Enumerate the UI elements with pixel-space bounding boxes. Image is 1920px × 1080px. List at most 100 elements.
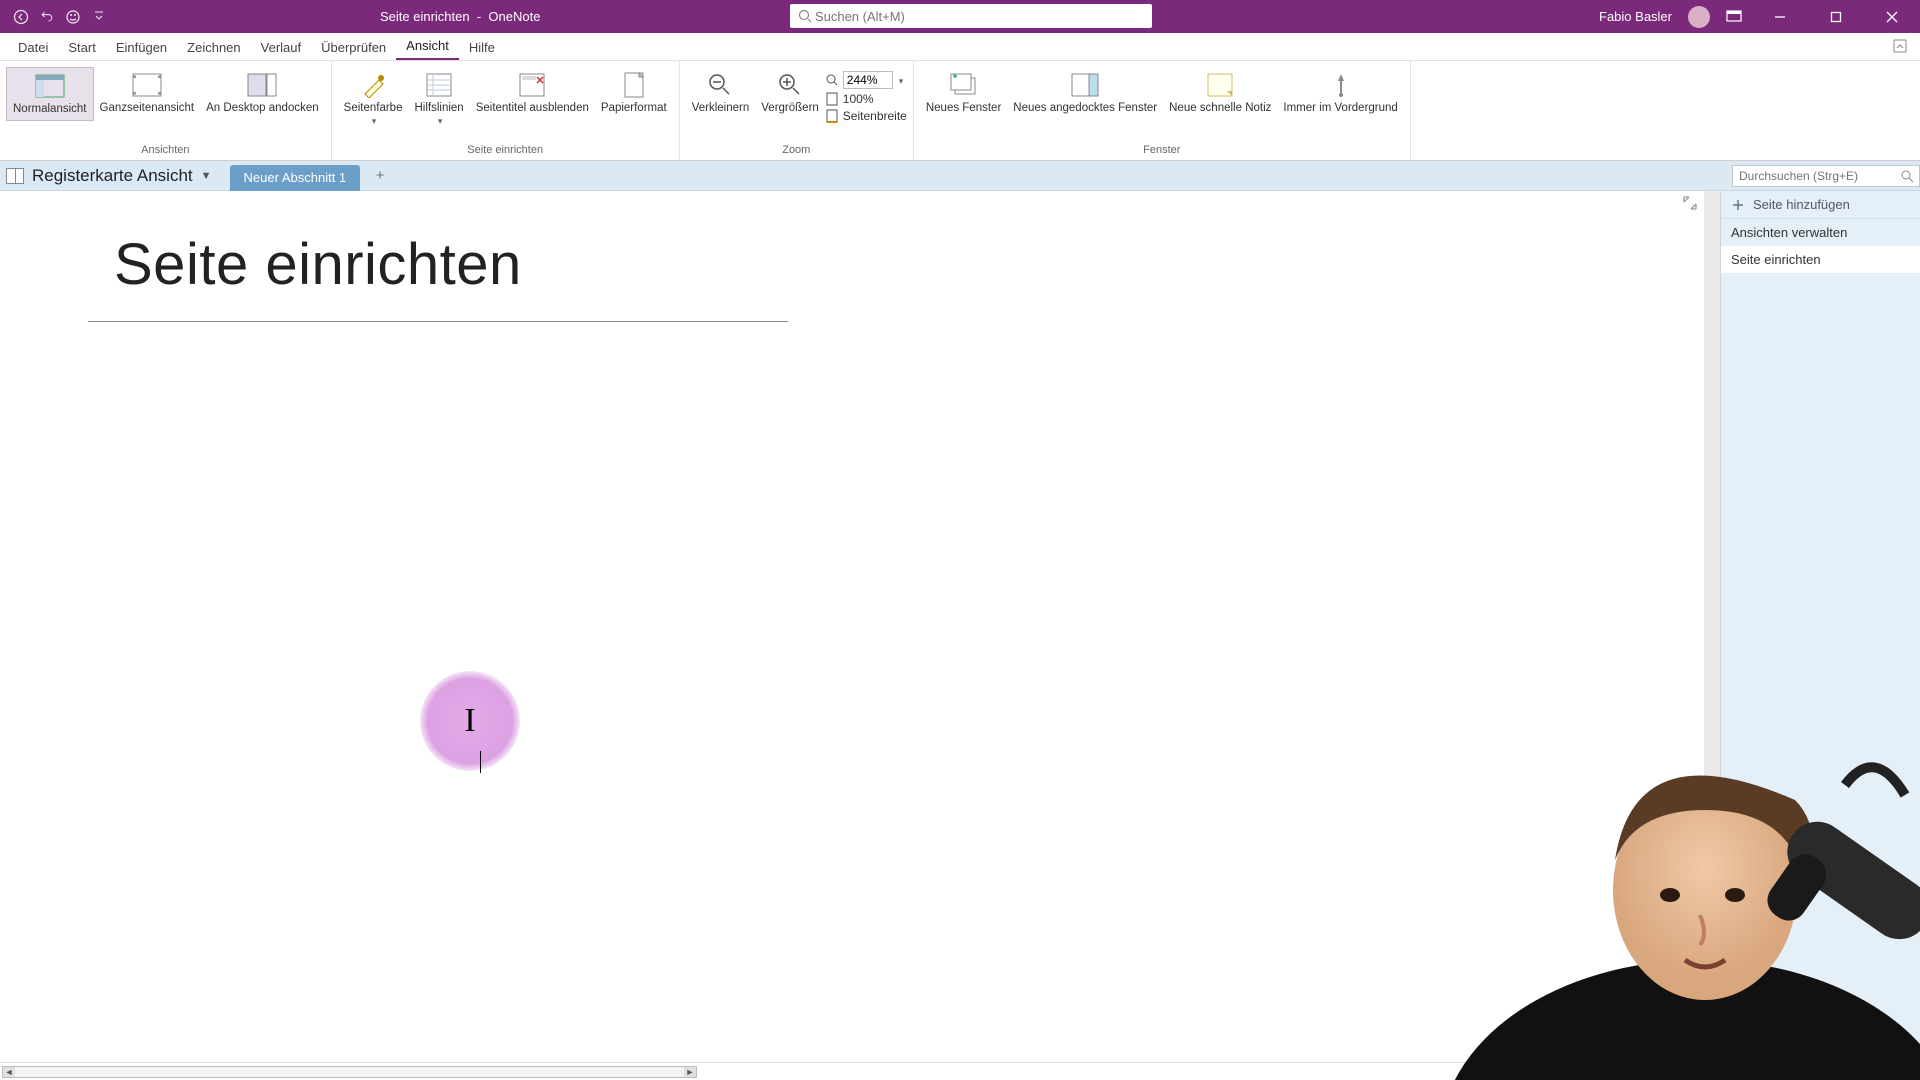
notebook-name[interactable]: Registerkarte Ansicht — [32, 166, 193, 186]
collapse-ribbon-icon[interactable] — [1892, 38, 1910, 56]
label: Neues Fenster — [926, 102, 1001, 115]
minimize-button[interactable] — [1758, 0, 1802, 33]
an-desktop-andocken-button[interactable]: An Desktop andocken — [200, 67, 325, 119]
zoom-pagewidth-button[interactable]: Seitenbreite — [825, 109, 907, 123]
label: Seitenbreite — [843, 109, 907, 123]
tab-start[interactable]: Start — [58, 36, 105, 60]
group-fenster: Neues Fenster Neues angedocktes Fenster … — [914, 61, 1411, 160]
page-color-icon — [357, 71, 389, 99]
user-avatar[interactable] — [1688, 6, 1710, 28]
new-window-icon — [948, 71, 980, 99]
hide-title-icon — [516, 71, 548, 99]
undo-icon[interactable] — [38, 8, 56, 26]
horizontal-scrollbar[interactable]: ◄ ► — [2, 1066, 697, 1078]
titlebar-right: Fabio Basler — [1599, 0, 1920, 33]
seitenfarbe-button[interactable]: Seitenfarbe — [338, 67, 409, 132]
cursor-highlight: I — [420, 671, 520, 771]
tab-verlauf[interactable]: Verlauf — [251, 36, 311, 60]
ribbon: Normalansicht Ganzseitenansicht An Deskt… — [0, 61, 1920, 161]
add-page-button[interactable]: Seite hinzufügen — [1721, 191, 1920, 219]
global-search-input[interactable] — [815, 9, 1144, 24]
page-item-1[interactable]: Seite einrichten — [1721, 246, 1920, 273]
group-label: Fenster — [1143, 142, 1180, 160]
expand-icon[interactable] — [1682, 195, 1700, 213]
verkleinern-button[interactable]: Verkleinern — [686, 67, 756, 119]
normal-view-icon — [34, 72, 66, 100]
tab-einfuegen[interactable]: Einfügen — [106, 36, 177, 60]
always-on-top-icon — [1325, 71, 1357, 99]
title-underline — [88, 321, 788, 322]
page-search[interactable] — [1732, 165, 1920, 187]
zoom-in-icon — [774, 71, 806, 99]
page-title[interactable]: Seite einrichten — [114, 231, 522, 298]
fullpage-view-icon — [131, 71, 163, 99]
ganzseitenansicht-button[interactable]: Ganzseitenansicht — [94, 67, 201, 119]
notebook-dropdown-icon[interactable]: ▼ — [201, 170, 212, 182]
window-title: Seite einrichten - OneNote — [380, 0, 540, 33]
docked-window-icon — [1069, 71, 1101, 99]
label: Hilfslinien — [414, 102, 463, 115]
text-cursor-icon: I — [464, 702, 475, 740]
label: Seitentitel ausblenden — [476, 102, 589, 115]
zoom-out-icon — [704, 71, 736, 99]
search-icon — [1900, 169, 1914, 183]
paper-size-icon — [618, 71, 650, 99]
plus-icon — [1731, 198, 1745, 212]
zoom-dropdown-icon[interactable] — [897, 73, 904, 87]
label: Ganzseitenansicht — [100, 102, 195, 115]
neues-angedocktes-fenster-button[interactable]: Neues angedocktes Fenster — [1007, 67, 1163, 119]
rule-lines-icon — [423, 71, 455, 99]
scroll-left-icon[interactable]: ◄ — [3, 1067, 15, 1077]
page-search-input[interactable] — [1732, 165, 1920, 187]
group-label: Ansichten — [141, 142, 189, 160]
notebook-icon[interactable] — [6, 168, 24, 184]
section-tab[interactable]: Neuer Abschnitt 1 — [230, 165, 361, 191]
neue-schnelle-notiz-button[interactable]: Neue schnelle Notiz — [1163, 67, 1277, 119]
page-icon — [825, 92, 839, 106]
label: Seite hinzufügen — [1753, 197, 1850, 212]
touch-mode-icon[interactable] — [64, 8, 82, 26]
zoom-icon — [825, 73, 839, 87]
user-name[interactable]: Fabio Basler — [1599, 9, 1672, 24]
normalansicht-button[interactable]: Normalansicht — [6, 67, 94, 121]
papierformat-button[interactable]: Papierformat — [595, 67, 673, 119]
scroll-right-icon[interactable]: ► — [684, 1067, 696, 1077]
group-zoom: Verkleinern Vergrößern 100% Seitenbreite… — [680, 61, 914, 160]
zoom-value-input[interactable] — [843, 71, 893, 89]
dock-desktop-icon — [246, 71, 278, 99]
tab-datei[interactable]: Datei — [8, 36, 58, 60]
pagewidth-icon — [825, 109, 839, 123]
tab-ueberpruefen[interactable]: Überprüfen — [311, 36, 396, 60]
presenter-webcam-overlay — [1400, 660, 1920, 1080]
seitentitel-ausblenden-button[interactable]: Seitentitel ausblenden — [470, 67, 595, 119]
zoom-100-button[interactable]: 100% — [825, 92, 907, 106]
quick-note-icon — [1204, 71, 1236, 99]
tab-hilfe[interactable]: Hilfe — [459, 36, 505, 60]
label: Neue schnelle Notiz — [1169, 102, 1271, 115]
vergroessern-button[interactable]: Vergrößern — [755, 67, 825, 119]
back-icon[interactable] — [12, 8, 30, 26]
text-caret — [480, 751, 481, 773]
label: Immer im Vordergrund — [1283, 102, 1397, 115]
qat-dropdown-icon[interactable] — [90, 8, 108, 26]
qat — [0, 8, 108, 26]
group-seite-einrichten: Seitenfarbe Hilfslinien Seitentitel ausb… — [332, 61, 680, 160]
group-label: Zoom — [782, 142, 810, 160]
label: Verkleinern — [692, 102, 750, 115]
neues-fenster-button[interactable]: Neues Fenster — [920, 67, 1007, 119]
label: Papierformat — [601, 102, 667, 115]
title-bar: Seite einrichten - OneNote Fabio Basler — [0, 0, 1920, 33]
notebook-bar: Registerkarte Ansicht ▼ Neuer Abschnitt … — [0, 161, 1920, 191]
maximize-button[interactable] — [1814, 0, 1858, 33]
ribbon-display-icon[interactable] — [1722, 7, 1746, 27]
tab-ansicht[interactable]: Ansicht — [396, 34, 459, 60]
close-button[interactable] — [1870, 0, 1914, 33]
add-section-button[interactable]: + — [370, 166, 390, 186]
hilfslinien-button[interactable]: Hilfslinien — [408, 67, 469, 132]
tab-zeichnen[interactable]: Zeichnen — [177, 36, 250, 60]
label: An Desktop andocken — [206, 102, 319, 115]
page-item-0[interactable]: Ansichten verwalten — [1721, 219, 1920, 246]
immer-im-vordergrund-button[interactable]: Immer im Vordergrund — [1277, 67, 1403, 119]
label: Vergrößern — [761, 102, 819, 115]
global-search[interactable] — [790, 4, 1152, 28]
